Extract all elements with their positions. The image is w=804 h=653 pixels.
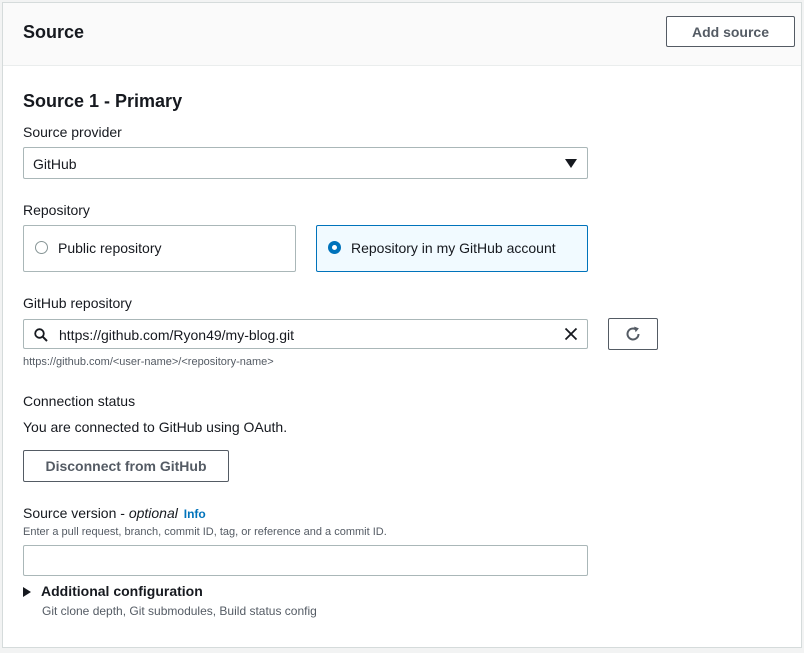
- additional-configuration-description: Git clone depth, Git submodules, Build s…: [42, 604, 317, 618]
- public-repository-option[interactable]: Public repository: [23, 225, 296, 272]
- additional-configuration-toggle[interactable]: Additional configuration: [23, 583, 203, 599]
- info-link[interactable]: Info: [184, 507, 206, 521]
- source-version-description: Enter a pull request, branch, commit ID,…: [23, 526, 387, 538]
- refresh-icon: [626, 326, 640, 341]
- caret-right-icon: [23, 587, 31, 597]
- optional-label: optional: [128, 505, 178, 521]
- disconnect-github-button[interactable]: Disconnect from GitHub: [23, 450, 229, 482]
- github-repository-hint: https://github.com/<user-name>/<reposito…: [23, 356, 274, 368]
- radio-unselected-icon: [35, 241, 48, 254]
- section-title: Source 1 - Primary: [23, 91, 183, 111]
- source-version-input[interactable]: [23, 545, 588, 576]
- additional-configuration-label: Additional configuration: [41, 583, 203, 599]
- github-repository-value: https://github.com/Ryon49/my-blog.git: [59, 327, 295, 343]
- source-panel: Source Add source Source 1 - Primary Sou…: [2, 2, 802, 648]
- caret-down-icon: [565, 159, 577, 168]
- connection-status-text: You are connected to GitHub using OAuth.: [23, 419, 288, 435]
- radio-selected-icon: [328, 241, 341, 254]
- github-repository-label: GitHub repository: [23, 295, 132, 311]
- source-provider-select[interactable]: GitHub: [23, 147, 588, 179]
- search-icon: [34, 328, 48, 342]
- source-version-label: Source version - optional Info: [23, 505, 206, 521]
- connection-status-label: Connection status: [23, 393, 136, 409]
- source-version-label-text: Source version -: [23, 505, 125, 521]
- add-source-button[interactable]: Add source: [666, 16, 795, 47]
- source-provider-value: GitHub: [33, 156, 77, 172]
- public-repository-label: Public repository: [58, 240, 162, 256]
- refresh-button[interactable]: [608, 318, 658, 350]
- my-github-repository-label: Repository in my GitHub account: [351, 240, 556, 256]
- repository-label: Repository: [23, 202, 90, 218]
- panel-header: Source Add source: [3, 3, 801, 66]
- panel-title: Source: [23, 22, 85, 42]
- source-provider-label: Source provider: [23, 124, 122, 140]
- my-github-repository-option[interactable]: Repository in my GitHub account: [316, 225, 588, 272]
- clear-icon[interactable]: [564, 327, 578, 341]
- github-repository-input[interactable]: https://github.com/Ryon49/my-blog.git: [23, 319, 588, 349]
